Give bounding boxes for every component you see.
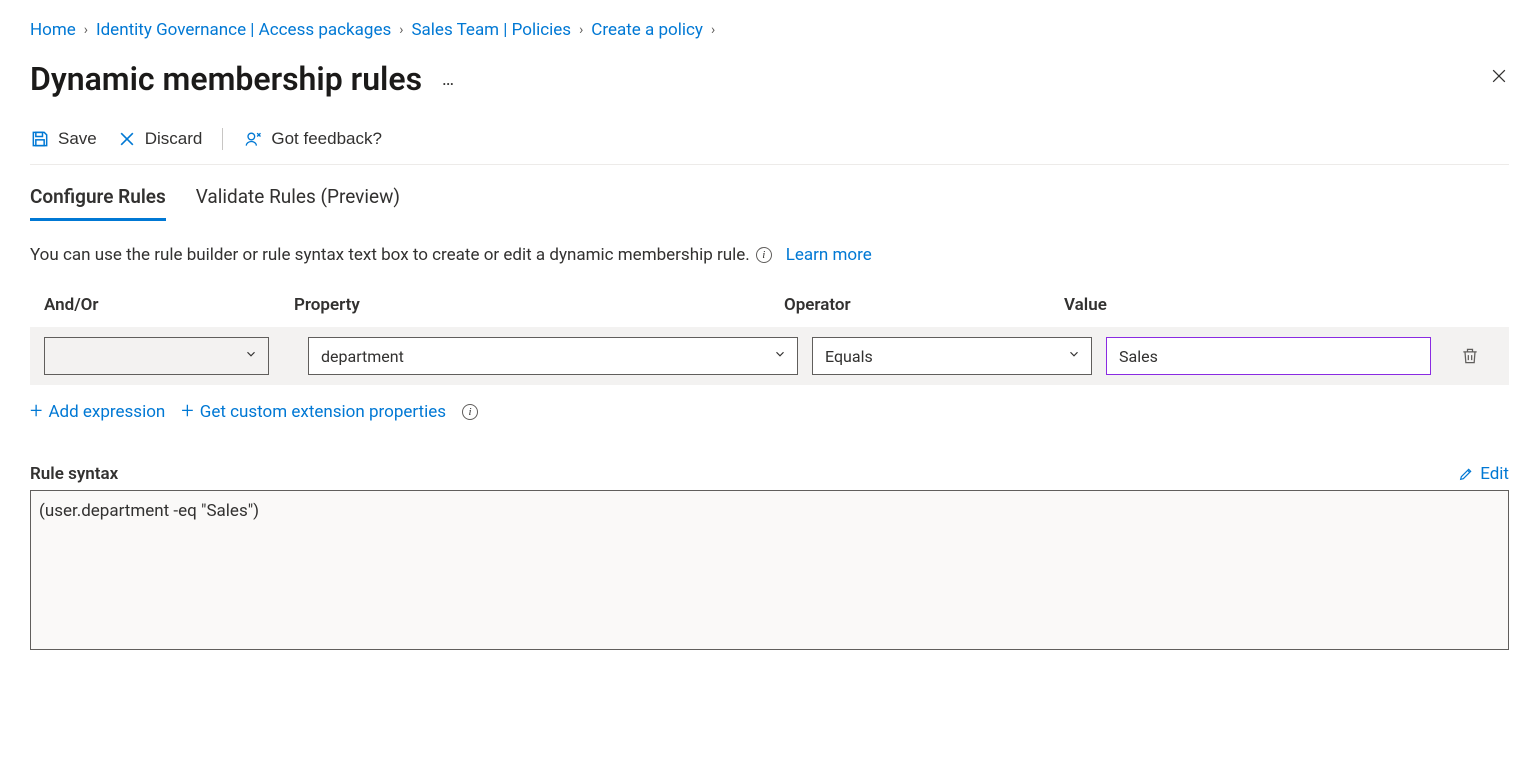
breadcrumb-identity-governance[interactable]: Identity Governance | Access packages [96,20,391,40]
andor-select[interactable] [44,337,269,375]
breadcrumb-sales-team[interactable]: Sales Team | Policies [411,20,571,40]
custom-extension-properties-button[interactable]: + Get custom extension properties [181,399,446,424]
learn-more-link[interactable]: Learn more [786,245,872,265]
chevron-right-icon: › [84,22,88,38]
info-icon[interactable]: i [462,404,478,420]
tab-validate-rules[interactable]: Validate Rules (Preview) [196,185,400,221]
column-header-value: Value [1064,295,1445,315]
rule-table-header: And/Or Property Operator Value [30,295,1509,327]
title-row: Dynamic membership rules … [30,60,1509,98]
rule-row: department Equals Sales [30,327,1509,385]
more-options-button[interactable]: … [442,69,456,90]
column-header-andor: And/Or [44,295,294,315]
operator-select[interactable]: Equals [812,337,1092,375]
breadcrumb-home[interactable]: Home [30,20,76,40]
feedback-icon [243,129,263,149]
rule-syntax-header: Rule syntax Edit [30,464,1509,484]
save-button-label: Save [58,129,97,149]
trash-icon [1460,346,1480,366]
description-text: You can use the rule builder or rule syn… [30,245,1509,265]
feedback-button[interactable]: Got feedback? [243,129,382,149]
discard-button-label: Discard [145,129,203,149]
rule-syntax-label: Rule syntax [30,464,118,484]
divider [222,128,223,150]
breadcrumb: Home › Identity Governance | Access pack… [30,20,1509,40]
info-icon[interactable]: i [756,247,772,263]
chevron-down-icon [773,347,787,365]
chevron-right-icon: › [399,22,403,38]
command-bar: Save Discard Got feedback? [30,128,1509,165]
chevron-down-icon [244,347,258,365]
breadcrumb-create-policy[interactable]: Create a policy [591,20,703,40]
save-button[interactable]: Save [30,129,97,149]
edit-syntax-button[interactable]: Edit [1458,464,1509,484]
column-header-property: Property [294,295,784,315]
chevron-right-icon: › [579,22,583,38]
save-icon [30,129,50,149]
delete-rule-button[interactable] [1445,346,1495,366]
tab-configure-rules[interactable]: Configure Rules [30,185,166,221]
edit-icon [1458,466,1474,482]
value-input[interactable]: Sales [1106,337,1431,375]
tabs: Configure Rules Validate Rules (Preview) [30,185,1509,221]
plus-icon: + [30,399,42,424]
feedback-button-label: Got feedback? [271,129,382,149]
discard-icon [117,129,137,149]
property-select[interactable]: department [308,337,798,375]
page-title: Dynamic membership rules [30,60,422,98]
plus-icon: + [181,399,193,424]
chevron-right-icon: › [711,22,715,38]
column-header-operator: Operator [784,295,1064,315]
actions-row: + Add expression + Get custom extension … [30,399,1509,424]
add-expression-button[interactable]: + Add expression [30,399,165,424]
rule-syntax-textarea[interactable]: (user.department -eq "Sales") [30,490,1509,650]
chevron-down-icon [1067,347,1081,365]
discard-button[interactable]: Discard [117,129,203,149]
close-button[interactable] [1489,66,1509,92]
